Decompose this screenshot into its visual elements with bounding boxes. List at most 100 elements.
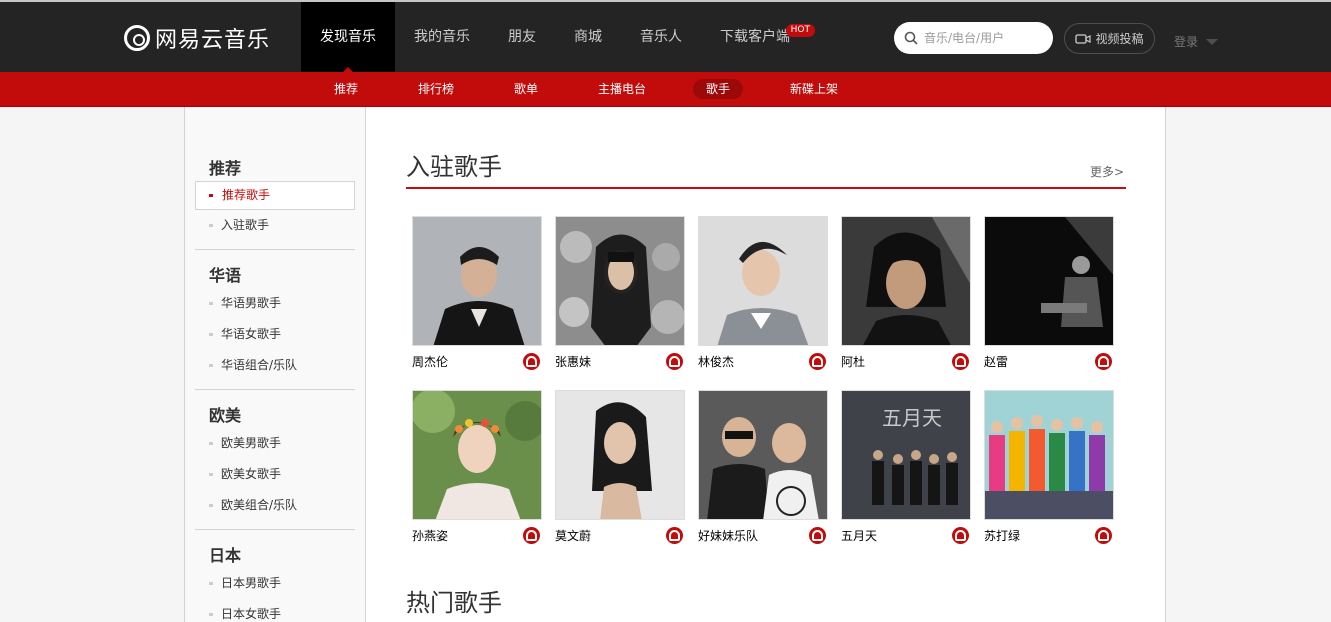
sidebar-item-western-male[interactable]: 欧美男歌手 xyxy=(195,428,355,459)
subnav-recommend[interactable]: 推荐 xyxy=(321,79,371,99)
artist-card[interactable]: 林俊杰 xyxy=(698,216,828,376)
sidebar-group-japan: 日本 日本男歌手 日本女歌手 xyxy=(185,544,365,622)
sidebar-item-chinese-female[interactable]: 华语女歌手 xyxy=(195,319,355,350)
artist-card[interactable]: 莫文蔚 xyxy=(555,390,685,550)
nav-discover-music[interactable]: 发现音乐 xyxy=(301,2,395,73)
caret-down-icon xyxy=(1206,38,1219,45)
sidebar-group-title: 日本 xyxy=(209,546,242,565)
subnav-radio[interactable]: 主播电台 xyxy=(585,79,659,99)
search-box[interactable] xyxy=(894,22,1053,54)
artist-card[interactable]: 五月天 五月天 xyxy=(841,390,971,550)
nav-download-client[interactable]: 下载客户端 HOT xyxy=(701,2,815,72)
artist-homepage-icon[interactable] xyxy=(666,526,683,544)
sidebar-group-title: 欧美 xyxy=(209,406,242,425)
artist-name[interactable]: 好妹妹乐队 xyxy=(698,527,758,544)
artist-name[interactable]: 周杰伦 xyxy=(412,353,448,370)
nav-musician[interactable]: 音乐人 xyxy=(621,2,701,72)
artist-name[interactable]: 五月天 xyxy=(841,527,877,544)
subnav-new-albums[interactable]: 新碟上架 xyxy=(777,79,851,99)
hot-artists-header: 热门歌手 xyxy=(406,543,1126,622)
artist-photo[interactable]: 五月天 xyxy=(841,390,971,520)
search-input[interactable] xyxy=(924,31,1040,45)
artist-card[interactable]: 周杰伦 xyxy=(412,216,542,376)
artist-name[interactable]: 赵雷 xyxy=(984,353,1008,370)
top-navbar: 网易云音乐 发现音乐 我的音乐 朋友 商城 音乐人 下载客户端 HOT 视频投稿… xyxy=(0,0,1331,73)
artist-homepage-icon[interactable] xyxy=(952,352,969,370)
subnav-label: 排行榜 xyxy=(418,82,455,96)
sidebar-item-chinese-band[interactable]: 华语组合/乐队 xyxy=(195,350,355,381)
netease-music-logo-icon xyxy=(124,25,150,51)
nav-label: 商城 xyxy=(574,29,602,45)
logo[interactable]: 网易云音乐 xyxy=(124,23,270,53)
artist-photo[interactable] xyxy=(698,390,828,520)
page: 网易云音乐 发现音乐 我的音乐 朋友 商城 音乐人 下载客户端 HOT 视频投稿… xyxy=(0,0,1331,622)
artist-photo[interactable] xyxy=(555,390,685,520)
artist-homepage-icon[interactable] xyxy=(952,526,969,544)
svg-text:五月天: 五月天 xyxy=(882,406,942,430)
search-icon xyxy=(904,31,918,45)
sidebar-item-western-female[interactable]: 欧美女歌手 xyxy=(195,459,355,490)
login-link[interactable]: 登录 xyxy=(1174,33,1219,50)
logo-text: 网易云音乐 xyxy=(155,28,271,53)
subnav-label: 新碟上架 xyxy=(790,82,839,96)
sidebar-item-western-band[interactable]: 欧美组合/乐队 xyxy=(195,490,355,521)
artist-name[interactable]: 莫文蔚 xyxy=(555,527,591,544)
artist-photo[interactable] xyxy=(841,216,971,346)
nav-label: 我的音乐 xyxy=(414,29,470,45)
artist-card[interactable]: 苏打绿 xyxy=(984,390,1114,550)
artist-photo[interactable] xyxy=(984,390,1114,520)
artist-homepage-icon[interactable] xyxy=(809,526,826,544)
subnav-artists[interactable]: 歌手 xyxy=(693,79,744,99)
artist-card[interactable]: 好妹妹乐队 xyxy=(698,390,828,550)
artist-homepage-icon[interactable] xyxy=(523,526,540,544)
nav-friends[interactable]: 朋友 xyxy=(489,2,555,72)
section-title: 入驻歌手 xyxy=(406,153,502,181)
artist-card[interactable]: 赵雷 xyxy=(984,216,1114,376)
artist-photo[interactable] xyxy=(698,216,828,346)
upload-label: 视频投稿 xyxy=(1095,32,1144,46)
sidebar-item-japan-male[interactable]: 日本男歌手 xyxy=(195,568,355,599)
nav-label: 下载客户端 xyxy=(720,29,790,45)
sidebar-group-title: 推荐 xyxy=(209,159,242,178)
subnav-playlists[interactable]: 歌单 xyxy=(501,79,551,99)
artist-name[interactable]: 孙燕姿 xyxy=(412,527,448,544)
subnav-label: 推荐 xyxy=(334,82,359,96)
artist-card[interactable]: 孙燕姿 xyxy=(412,390,542,550)
sidebar-item-recommended-artists[interactable]: 推荐歌手 xyxy=(195,181,355,210)
login-label: 登录 xyxy=(1174,35,1199,49)
artist-name[interactable]: 林俊杰 xyxy=(698,353,734,370)
section-title: 热门歌手 xyxy=(406,589,502,617)
section-divider xyxy=(406,187,1126,189)
sidebar-item-signed-artists[interactable]: 入驻歌手 xyxy=(195,210,355,241)
artist-name[interactable]: 苏打绿 xyxy=(984,527,1020,544)
artist-photo[interactable] xyxy=(412,390,542,520)
artist-homepage-icon[interactable] xyxy=(1095,526,1112,544)
artist-homepage-icon[interactable] xyxy=(809,352,826,370)
artist-photo[interactable] xyxy=(412,216,542,346)
nav-label: 朋友 xyxy=(508,29,536,45)
artist-homepage-icon[interactable] xyxy=(666,352,683,370)
artist-card[interactable]: 张惠妹 xyxy=(555,216,685,376)
artist-card[interactable]: 阿杜 xyxy=(841,216,971,376)
artist-photo[interactable] xyxy=(555,216,685,346)
sidebar-group-chinese: 华语 华语男歌手 华语女歌手 华语组合/乐队 xyxy=(185,264,365,381)
hot-badge: HOT xyxy=(785,24,815,37)
artist-photo[interactable] xyxy=(984,216,1114,346)
nav-label: 发现音乐 xyxy=(320,29,376,45)
artist-name[interactable]: 张惠妹 xyxy=(555,353,591,370)
sidebar-item-japan-female[interactable]: 日本女歌手 xyxy=(195,599,355,622)
content-wrapper: 推荐 推荐歌手 入驻歌手 华语 华语男歌手 华语女歌手 华语组合/乐队 欧美 欧… xyxy=(184,107,1166,622)
sidebar-item-chinese-male[interactable]: 华语男歌手 xyxy=(195,288,355,319)
artist-homepage-icon[interactable] xyxy=(1095,352,1112,370)
subnav-charts[interactable]: 排行榜 xyxy=(405,79,467,99)
artist-category-sidebar: 推荐 推荐歌手 入驻歌手 华语 华语男歌手 华语女歌手 华语组合/乐队 欧美 欧… xyxy=(185,107,366,622)
nav-my-music[interactable]: 我的音乐 xyxy=(395,2,489,72)
divider xyxy=(195,529,355,530)
more-link[interactable]: 更多> xyxy=(1090,163,1124,180)
nav-store[interactable]: 商城 xyxy=(555,2,621,72)
video-camera-icon xyxy=(1075,33,1092,44)
artist-name[interactable]: 阿杜 xyxy=(841,353,865,370)
subnav-label: 歌单 xyxy=(514,82,539,96)
video-upload-button[interactable]: 视频投稿 xyxy=(1064,23,1155,54)
artist-homepage-icon[interactable] xyxy=(523,352,540,370)
